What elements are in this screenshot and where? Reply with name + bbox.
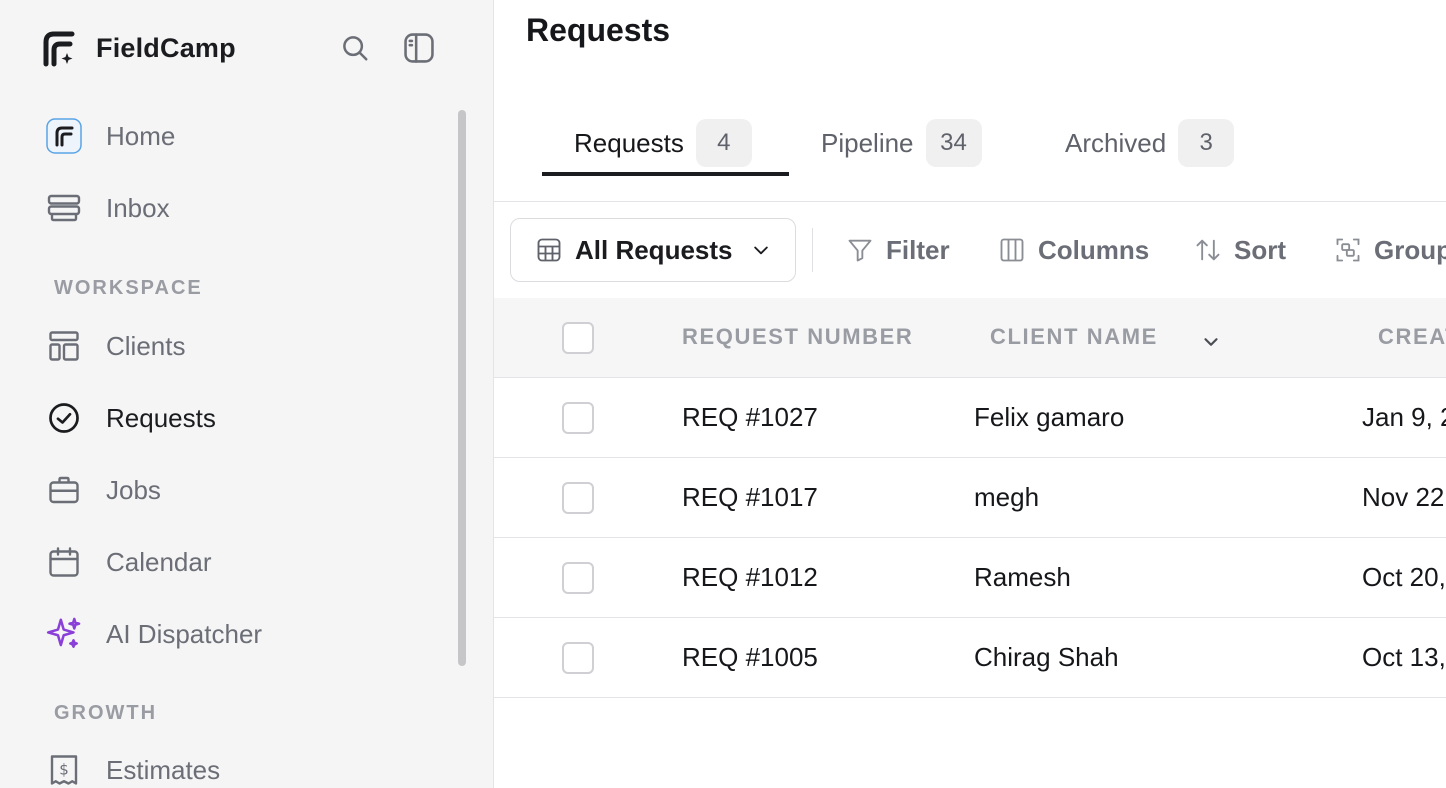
sparkles-icon [44,614,84,654]
check-circle-icon [44,398,84,438]
column-header-request-number[interactable]: REQUEST NUMBER [682,324,913,350]
svg-text:$: $ [59,761,69,779]
sidebar-item-label: Requests [106,402,216,433]
section-label-growth: GROWTH [54,702,158,724]
layout-icon [44,326,84,366]
table-row[interactable]: REQ #1027 Felix gamaro Jan 9, 2025 [494,378,1446,458]
filter-icon [848,239,872,262]
view-select-label: All Requests [575,234,733,265]
request-number-cell: REQ #1005 [682,642,818,672]
client-name-cell: megh [974,482,1040,512]
filter-label: Filter [886,234,950,265]
main-content: Requests Requests 4 Pipeline 34 Archived… [494,0,1446,788]
chevron-down-icon[interactable] [1200,334,1222,350]
tab-requests[interactable]: Requests 4 [574,110,752,176]
chevron-down-icon [753,246,768,255]
sidebar-item-label: Home [106,120,176,151]
select-all-checkbox[interactable] [562,322,594,354]
columns-icon [1000,238,1024,262]
tab-label: Requests [574,127,684,158]
tab-label: Pipeline [821,127,914,158]
sidebar-item-jobs[interactable]: Jobs [44,466,444,514]
toggle-sidebar-button[interactable] [401,30,437,66]
group-icon [1336,238,1360,262]
page-title: Requests [526,12,671,48]
table-row[interactable]: REQ #1005 Chirag Shah Oct 13, 2024 [494,618,1446,698]
group-button[interactable]: Group [1334,218,1446,282]
created-date-cell: Nov 22, 2024 [1362,482,1446,512]
request-number-cell: REQ #1027 [682,402,818,432]
table-row[interactable]: REQ #1017 megh Nov 22, 2024 [494,458,1446,538]
sidebar-item-requests[interactable]: Requests [44,394,444,442]
sidebar-item-label: Clients [106,330,186,361]
created-date-cell: Jan 9, 2025 [1362,402,1446,432]
receipt-icon: $ [44,750,84,788]
table-icon [537,238,561,262]
sidebar-item-label: AI Dispatcher [106,618,263,649]
row-checkbox[interactable] [562,642,594,674]
view-select[interactable]: All Requests [510,218,796,282]
group-label: Group [1374,234,1446,265]
tab-count-badge: 3 [1178,119,1235,167]
columns-label: Columns [1038,234,1150,265]
row-checkbox[interactable] [562,562,594,594]
created-date-cell: Oct 20, 2024 [1362,562,1446,592]
fieldcamp-logo-icon [43,31,75,67]
brand-name: FieldCamp [96,32,236,63]
home-logo-icon [44,116,84,156]
brand[interactable]: FieldCamp [42,28,236,68]
sidebar: FieldCamp Home Inbox WORKSPACE Clients R… [0,0,494,788]
tab-count-badge: 4 [695,119,752,167]
filter-button[interactable]: Filter [846,218,950,282]
created-date-cell: Oct 13, 2024 [1362,642,1446,672]
table-header: REQUEST NUMBER CLIENT NAME CREATED [494,298,1446,378]
sort-button[interactable]: Sort [1194,218,1286,282]
column-header-client-name[interactable]: CLIENT NAME [990,324,1158,350]
toolbar-divider [812,228,813,272]
search-button[interactable] [337,30,373,66]
toolbar: All Requests Filter Columns Sort Group [494,218,1446,282]
table-row[interactable]: REQ #1012 Ramesh Oct 20, 2024 [494,538,1446,618]
columns-button[interactable]: Columns [998,218,1149,282]
request-number-cell: REQ #1012 [682,562,818,592]
row-checkbox[interactable] [562,402,594,434]
inbox-icon [44,188,84,228]
row-checkbox[interactable] [562,482,594,514]
column-header-created[interactable]: CREATED [1378,324,1446,350]
briefcase-icon [44,470,84,510]
sidebar-scrollbar[interactable] [458,110,466,666]
sidebar-item-clients[interactable]: Clients [44,322,444,370]
section-label-workspace: WORKSPACE [54,277,203,299]
sidebar-item-label: Inbox [106,192,170,223]
sidebar-toggle-icon [404,33,434,63]
sort-icon [1196,239,1220,261]
sidebar-item-calendar[interactable]: Calendar [44,538,444,586]
client-name-cell: Ramesh [974,562,1071,592]
search-icon [343,36,368,61]
client-name-cell: Chirag Shah [974,642,1119,672]
calendar-icon [44,542,84,582]
sidebar-item-label: Calendar [106,546,212,577]
sidebar-item-home[interactable]: Home [44,112,444,160]
sidebar-item-estimates[interactable]: $ Estimates [44,746,444,788]
sidebar-item-label: Jobs [106,474,161,505]
tab-pipeline[interactable]: Pipeline 34 [821,110,982,176]
tab-count-badge: 34 [925,119,982,167]
tab-bar: Requests 4 Pipeline 34 Archived 3 [494,100,1446,202]
sort-label: Sort [1234,234,1286,265]
tab-archived[interactable]: Archived 3 [1065,110,1235,176]
active-tab-indicator [542,172,789,176]
sidebar-item-ai-dispatcher[interactable]: AI Dispatcher [44,610,444,658]
tab-label: Archived [1065,127,1167,158]
client-name-cell: Felix gamaro [974,402,1125,432]
sidebar-item-inbox[interactable]: Inbox [44,184,444,232]
sidebar-item-label: Estimates [106,754,221,785]
request-number-cell: REQ #1017 [682,482,818,512]
